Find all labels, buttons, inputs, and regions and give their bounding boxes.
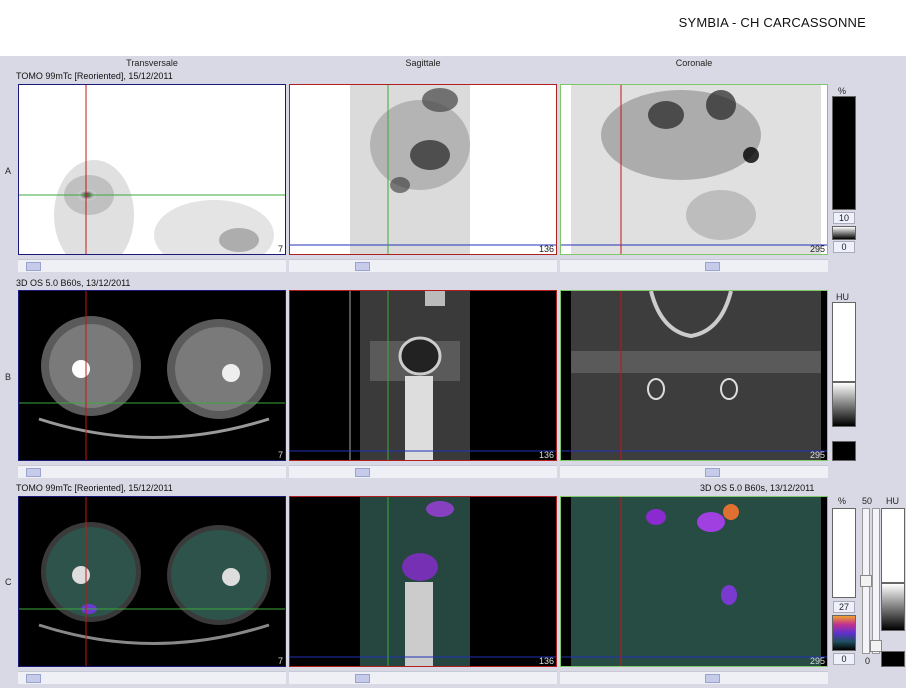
row-c-letter: C (5, 577, 12, 587)
scrollbar-b-coronale[interactable] (560, 465, 828, 478)
site-title: SYMBIA - CH CARCASSONNE (678, 15, 866, 30)
row-a-caption: TOMO 99mTc [Reoriented], 15/12/2011 (16, 71, 173, 81)
viewport-b-transversale[interactable]: 7 (18, 290, 286, 461)
ct-window-bottom (832, 441, 856, 461)
scrollbar-b-transversale[interactable] (18, 465, 286, 478)
scroll-thumb-icon[interactable] (705, 262, 720, 271)
scroll-thumb-icon[interactable] (355, 468, 370, 477)
viewport-a-coronale[interactable]: 295 (560, 84, 828, 255)
row-c-right-caption: 3D OS 5.0 B60s, 13/12/2011 (700, 483, 815, 493)
slice-number: 295 (809, 450, 825, 460)
scroll-thumb-icon[interactable] (705, 468, 720, 477)
scale-c-min[interactable]: 0 (833, 653, 855, 665)
colorbar-a (832, 96, 856, 210)
viewport-a-transversale[interactable]: 7 (18, 84, 286, 255)
viewport-c-transversale[interactable]: 7 (18, 496, 286, 667)
colorbar-c (832, 615, 856, 651)
title-bar: SYMBIA - CH CARCASSONNE (0, 0, 906, 56)
viewport-a-sagittale[interactable]: 136 (289, 84, 557, 255)
colorbar-a-low (832, 226, 856, 240)
scrollbar-a-coronale[interactable] (560, 259, 828, 272)
slice-number: 7 (277, 244, 283, 254)
scrollbar-c-coronale[interactable] (560, 671, 828, 684)
scale-a-unit: % (838, 86, 847, 96)
row-a-letter: A (5, 166, 12, 176)
scroll-thumb-icon[interactable] (26, 262, 41, 271)
scroll-thumb-icon[interactable] (705, 674, 720, 683)
ct-fusion-window-bottom (881, 651, 905, 667)
ct-window-top (832, 302, 856, 382)
row-b-letter: B (5, 372, 12, 382)
scrollbar-b-sagittale[interactable] (289, 465, 557, 478)
scrollbar-a-transversale[interactable] (18, 259, 286, 272)
colorbar-c-top (832, 508, 856, 598)
scroll-thumb-icon[interactable] (26, 468, 41, 477)
opacity-slider-2[interactable] (872, 508, 880, 654)
scale-b-unit: HU (836, 292, 849, 302)
viewport-b-coronale[interactable]: 295 (560, 290, 828, 461)
slice-number: 295 (809, 656, 825, 666)
scrollbar-c-sagittale[interactable] (289, 671, 557, 684)
column-header-transversale: Transversale (126, 58, 178, 68)
ct-unit-label: HU (886, 496, 899, 506)
window-top-value: 50 (862, 496, 873, 506)
scale-c-unit: % (838, 496, 847, 506)
window-bottom-value: 0 (865, 656, 871, 666)
row-b-caption: 3D OS 5.0 B60s, 13/12/2011 (16, 278, 131, 288)
slice-number: 136 (538, 450, 554, 460)
scroll-thumb-icon[interactable] (355, 262, 370, 271)
scrollbar-c-transversale[interactable] (18, 671, 286, 684)
ct-fusion-window-gradient (881, 583, 905, 631)
slice-number: 295 (809, 244, 825, 254)
slice-number: 136 (538, 656, 554, 666)
ct-fusion-window-top (881, 508, 905, 583)
scale-c-value[interactable]: 27 (833, 601, 855, 613)
slice-number: 7 (277, 450, 283, 460)
ct-window-gradient (832, 382, 856, 427)
window-slider-icon[interactable] (860, 575, 872, 587)
slice-number: 7 (277, 656, 283, 666)
scroll-thumb-icon[interactable] (26, 674, 41, 683)
column-header-coronale: Coronale (675, 58, 713, 68)
scale-a-min[interactable]: 0 (833, 241, 855, 253)
scrollbar-a-sagittale[interactable] (289, 259, 557, 272)
row-c-caption: TOMO 99mTc [Reoriented], 15/12/2011 (16, 483, 173, 493)
scroll-thumb-icon[interactable] (355, 674, 370, 683)
viewport-b-sagittale[interactable]: 136 (289, 290, 557, 461)
viewport-c-sagittale[interactable]: 136 (289, 496, 557, 667)
scale-a-value[interactable]: 10 (833, 212, 855, 224)
slice-number: 136 (538, 244, 554, 254)
column-header-sagittale: Sagittale (405, 58, 441, 68)
viewport-c-coronale[interactable]: 295 (560, 496, 828, 667)
